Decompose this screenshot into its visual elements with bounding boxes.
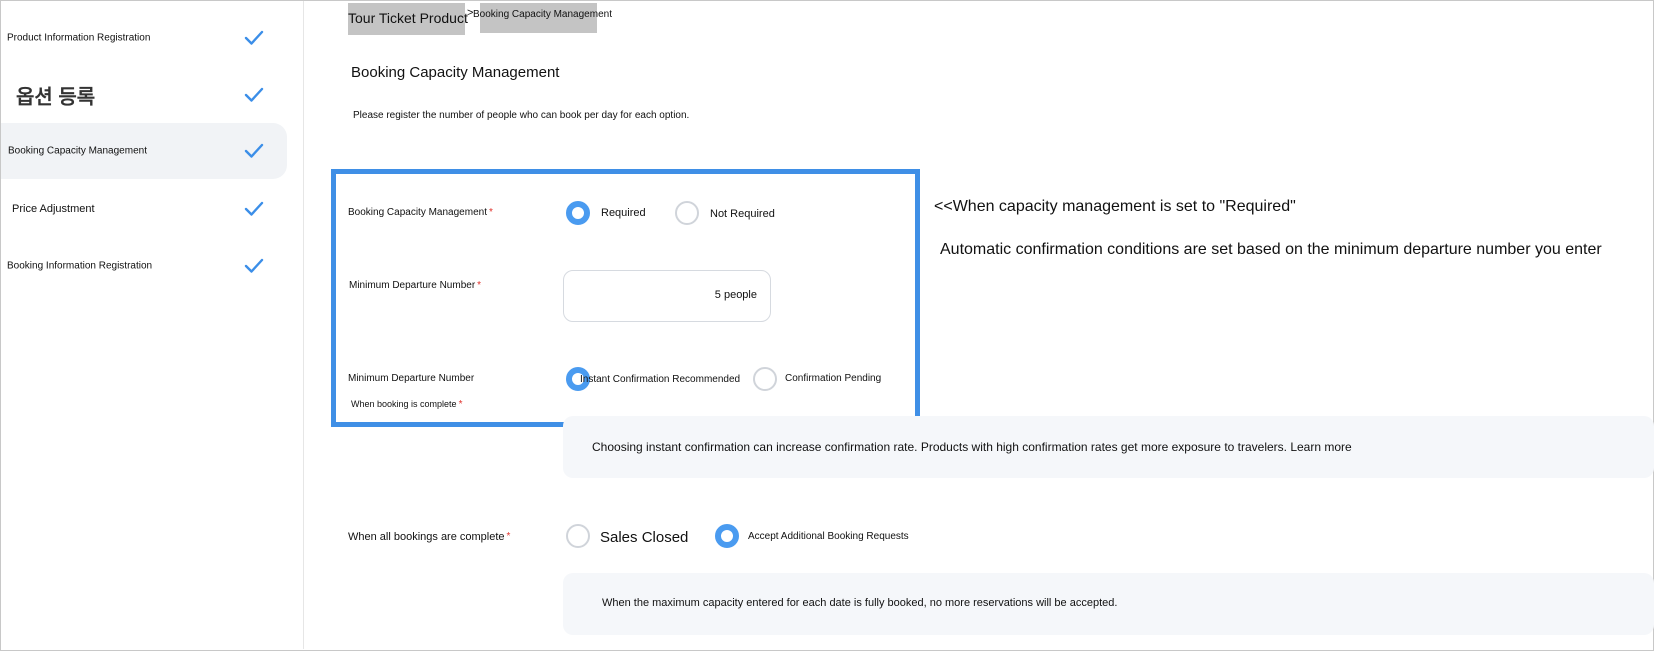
sidebar-item-label: 옵션 등록: [16, 86, 96, 109]
required-mark: *: [488, 207, 493, 218]
radio-accept-additional[interactable]: [715, 524, 739, 548]
required-mark: *: [477, 280, 482, 291]
sidebar-item-label: Product Information Registration: [7, 32, 151, 44]
capacity-label: Booking Capacity Management *: [348, 207, 493, 218]
all-bookings-info: When the maximum capacity entered for ea…: [563, 573, 1654, 635]
instant-confirmation-info-text[interactable]: Choosing instant confirmation can increa…: [592, 440, 1352, 454]
radio-not-required[interactable]: [675, 201, 699, 225]
breadcrumb-current-box: Booking Capacity Management: [473, 3, 612, 33]
radio-sales-closed-label: Sales Closed: [600, 529, 689, 546]
annotation-line1: <<When capacity management is set to "Re…: [934, 198, 1296, 215]
all-bookings-label: When all bookings are complete *: [348, 531, 511, 543]
breadcrumb-current: Booking Capacity Management: [473, 9, 612, 20]
breadcrumb-root-box[interactable]: Tour Ticket Product: [348, 3, 468, 35]
checkmark-icon: [244, 143, 264, 158]
required-mark: *: [458, 399, 463, 410]
page-title: Booking Capacity Management: [351, 64, 560, 81]
min-departure-label: Minimum Departure Number *: [349, 280, 482, 291]
sidebar-item-label: Booking Information Registration: [7, 260, 153, 272]
min-departure-value: 5 people: [714, 289, 757, 301]
radio-instant-confirmation-label: Instant Confirmation Recommended: [580, 374, 741, 385]
min-departure-input[interactable]: 5 people: [563, 270, 771, 322]
sidebar-item-booking-capacity[interactable]: Booking Capacity Management: [1, 123, 287, 179]
radio-accept-additional-label: Accept Additional Booking Requests: [748, 531, 909, 542]
radio-confirmation-pending[interactable]: [753, 367, 777, 391]
sidebar-item-label: Booking Capacity Management: [8, 145, 147, 157]
min-departure-complete-label: Minimum Departure Number: [348, 373, 475, 384]
sidebar-item-price-adjustment[interactable]: Price Adjustment: [1, 181, 287, 237]
checkmark-icon: [244, 30, 264, 45]
radio-confirmation-pending-label: Confirmation Pending: [785, 373, 882, 384]
sidebar-item-options[interactable]: 옵션 등록: [1, 67, 287, 123]
breadcrumb-root: Tour Ticket Product: [348, 10, 468, 26]
page-description: Please register the number of people who…: [353, 110, 690, 121]
sidebar-item-product-information[interactable]: Product Information Registration: [1, 10, 287, 66]
radio-required-label: Required: [601, 207, 646, 219]
sidebar-item-label: Price Adjustment: [12, 203, 95, 215]
checkmark-icon: [244, 87, 264, 102]
radio-not-required-label: Not Required: [710, 208, 775, 220]
required-mark: *: [506, 531, 511, 542]
sidebar: Product Information Registration 옵션 등록 B…: [1, 1, 304, 649]
sidebar-item-booking-information[interactable]: Booking Information Registration: [1, 238, 287, 294]
all-bookings-info-text: When the maximum capacity entered for ea…: [602, 597, 1118, 609]
radio-sales-closed[interactable]: [566, 524, 590, 548]
annotation-line2: Automatic confirmation conditions are se…: [940, 241, 1602, 258]
min-departure-complete-sublabel: When booking is complete *: [351, 399, 463, 410]
radio-required[interactable]: [566, 201, 590, 225]
checkmark-icon: [244, 201, 264, 216]
instant-confirmation-info: Choosing instant confirmation can increa…: [563, 416, 1654, 478]
checkmark-icon: [244, 258, 264, 273]
